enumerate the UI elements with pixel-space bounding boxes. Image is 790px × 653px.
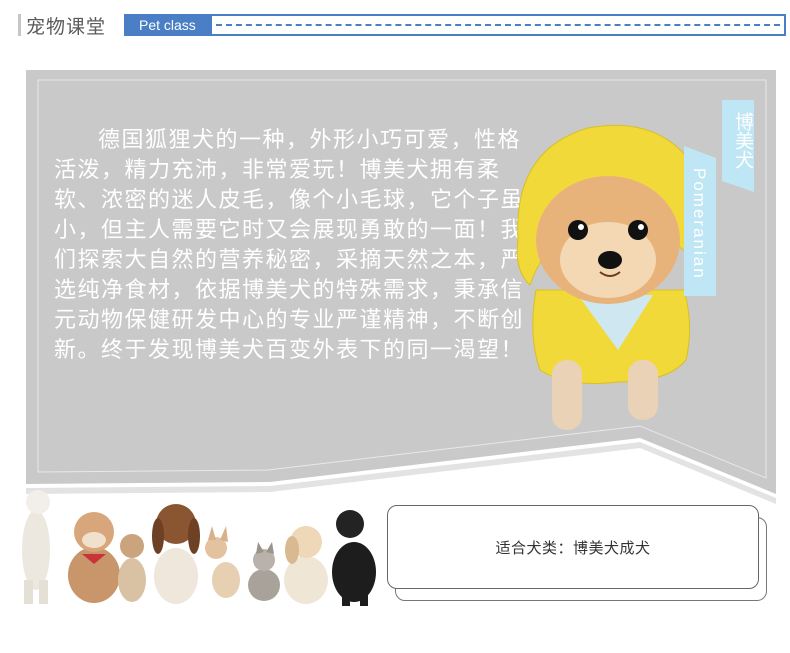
ribbon-chinese: 博美犬	[722, 100, 754, 192]
basset-hound-figure	[152, 504, 200, 604]
pomeranian-image	[516, 124, 701, 430]
ribbon-english: Pomeranian	[684, 146, 716, 296]
white-dog-figure	[22, 490, 50, 604]
chihuahua-figure	[205, 526, 240, 598]
animals-group-image	[22, 490, 376, 606]
ribbon-english-text: Pomeranian	[690, 168, 709, 280]
ribbon-chinese-text: 博美犬	[732, 112, 754, 169]
black-dog-figure	[332, 510, 376, 606]
suitable-text: 适合犬类：博美犬成犬	[495, 538, 651, 557]
description-text: 德国狐狸犬的一种，外形小巧可爱，性格活泼，精力充沛，非常爱玩！博美犬拥有柔软、浓…	[54, 128, 525, 363]
info-box: 适合犬类：博美犬成犬	[387, 505, 759, 589]
terrier-figure	[118, 534, 146, 602]
cat-figure	[248, 542, 280, 601]
spaniel-figure	[284, 526, 328, 604]
bulldog-figure	[68, 512, 120, 603]
